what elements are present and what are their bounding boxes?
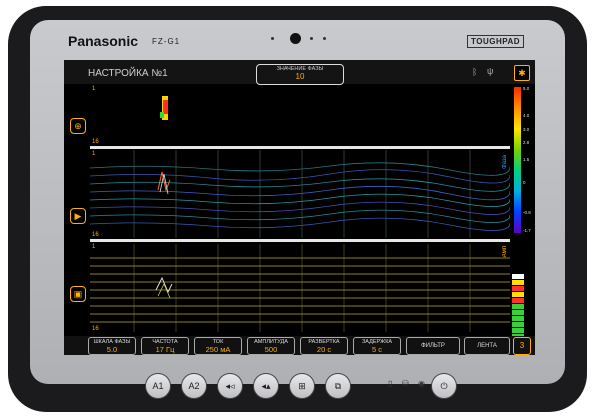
sweep-button[interactable]: РАЗВЕРТКА 20 с (300, 337, 348, 355)
color-scale (514, 87, 521, 233)
level-segment (512, 298, 524, 303)
scale-label: -1.7 (523, 228, 531, 233)
scale-label: 3.0 (523, 127, 530, 132)
panel-separator (90, 239, 510, 242)
control-value: 17 Гц (155, 345, 175, 354)
windows-button[interactable]: ⊞ (289, 373, 315, 399)
amplitude-traces (90, 244, 510, 332)
delay-button[interactable]: ЗАДЕРЖКА 5 с (353, 337, 401, 355)
scale-label: 5.0 (523, 86, 530, 91)
play-icon[interactable]: ▶ (70, 208, 86, 224)
crosshair-icon[interactable]: ⊕ (70, 118, 86, 134)
scale-label: -0.8 (523, 210, 531, 215)
level-segment (512, 322, 524, 327)
control-value: 5 с (371, 345, 382, 354)
a1-hardware-button[interactable]: A1 (145, 373, 171, 399)
control-value: 500 (264, 345, 278, 354)
page-number: 3 (519, 341, 525, 350)
phase-value-display[interactable]: ЗНАЧЕНИЕ ФАЗЫ 10 (256, 64, 344, 85)
filter-label: ФИЛЬТР (421, 343, 445, 349)
sensor-dot (323, 37, 326, 40)
sensor-dot (310, 37, 313, 40)
app-screen: НАСТРОЙКА №1 ЗНАЧЕНИЕ ФАЗЫ 10 ᛒ ψ ✱ ⊕ ▶ … (64, 60, 535, 355)
frequency-button[interactable]: ЧАСТОТА 17 Гц (141, 337, 189, 355)
gear-icon[interactable]: ✱ (514, 65, 530, 81)
wireless-led-icon: ◉ (418, 379, 425, 388)
camera-icon (290, 33, 301, 44)
level-indicator (512, 274, 524, 340)
model-label: FZ-G1 (152, 37, 181, 46)
a2-hardware-button[interactable]: A2 (181, 373, 207, 399)
series-badge: TOUGHPAD (467, 35, 525, 48)
level-segment (512, 328, 524, 333)
battery-led-icon: ▯ (388, 379, 393, 388)
amplitude-button[interactable]: АМПЛИТУДА 500 (247, 337, 295, 355)
usb-icon: ψ (487, 66, 494, 76)
level-segment (512, 310, 524, 315)
tape-button[interactable]: ЛЕНТА (464, 337, 510, 355)
scale-label: 4.0 (523, 113, 530, 118)
scale-label: 1.5 (523, 157, 530, 162)
phase-scale-button[interactable]: ШКАЛА ФАЗЫ 5.0 (88, 337, 136, 355)
phase-side-label: Фаза (502, 155, 508, 169)
level-segment (512, 286, 524, 291)
brand-logo: Panasonic (68, 33, 139, 49)
amplitude-side-label: Амп (502, 246, 508, 258)
volume-up-button[interactable]: ◂▴ (253, 373, 279, 399)
volume-down-button[interactable]: ◂◃ (217, 373, 243, 399)
signal-blob (160, 96, 168, 120)
level-segment (512, 274, 524, 279)
current-button[interactable]: ТОК 250 мА (194, 337, 242, 355)
tape-label: ЛЕНТА (477, 343, 497, 349)
level-segment (512, 316, 524, 321)
top-panel-start: 1 (92, 86, 96, 92)
level-segment (512, 280, 524, 285)
bluetooth-icon: ᛒ (472, 67, 478, 77)
filter-button[interactable]: ФИЛЬТР (406, 337, 460, 355)
control-value: 20 с (316, 345, 332, 354)
scale-label: 0 (523, 180, 526, 185)
phase-value: 10 (295, 72, 305, 81)
sensor-dot (271, 37, 274, 40)
storage-led-icon: ⛁ (402, 379, 409, 388)
save-icon[interactable]: ▣ (70, 286, 86, 302)
page-number-button[interactable]: 3 (513, 337, 531, 355)
control-value: 5.0 (106, 345, 118, 354)
level-segment (512, 304, 524, 309)
control-value: 250 мА (205, 345, 231, 354)
level-segment (512, 292, 524, 297)
panel-separator (90, 146, 510, 149)
rotation-lock-button[interactable]: ⧉ (325, 373, 351, 399)
top-panel-end: 16 (92, 139, 99, 145)
power-button[interactable]: ⏻ (431, 373, 457, 399)
phase-traces (90, 150, 510, 238)
scale-label: 2.8 (523, 140, 530, 145)
page-title: НАСТРОЙКА №1 (88, 68, 168, 79)
